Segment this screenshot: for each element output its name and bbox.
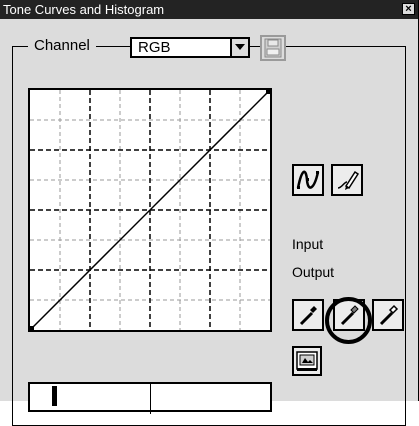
save-curve-icon — [264, 38, 282, 58]
histogram-marker[interactable] — [52, 386, 57, 406]
tone-curves-window: Tone Curves and Histogram × Channel RGB — [0, 0, 419, 426]
title-bar[interactable]: Tone Curves and Histogram × — [0, 0, 418, 19]
channel-select[interactable]: RGB — [130, 37, 250, 58]
preview-icon — [296, 351, 318, 371]
save-curve-button[interactable] — [260, 35, 286, 61]
black-eyedropper-icon — [299, 306, 317, 326]
curve-mode-button[interactable] — [292, 164, 324, 196]
curve-mode-icon — [296, 170, 320, 189]
tone-curve-graph[interactable] — [28, 88, 272, 332]
output-label: Output — [292, 264, 335, 280]
histogram-panel — [28, 382, 272, 414]
input-label: Input — [292, 236, 324, 252]
channel-label: Channel — [28, 36, 96, 56]
close-button[interactable]: × — [402, 3, 415, 15]
white-point-button[interactable] — [372, 299, 404, 331]
highlight-circle-annotation — [325, 297, 372, 344]
white-eyedropper-icon — [379, 304, 399, 326]
pencil-icon — [337, 170, 360, 190]
curve-endpoint-low — [30, 326, 34, 330]
freehand-mode-button[interactable] — [331, 164, 363, 196]
histogram-divider — [150, 384, 151, 414]
preview-button[interactable] — [292, 346, 322, 376]
channel-select-value: RGB — [138, 39, 171, 56]
curve-grid — [29, 89, 271, 331]
chevron-down-icon[interactable] — [230, 39, 248, 56]
curve-endpoint-high — [266, 90, 270, 94]
groupbox-line — [96, 46, 130, 47]
black-point-button[interactable] — [292, 299, 324, 331]
window-title: Tone Curves and Histogram — [3, 2, 165, 17]
